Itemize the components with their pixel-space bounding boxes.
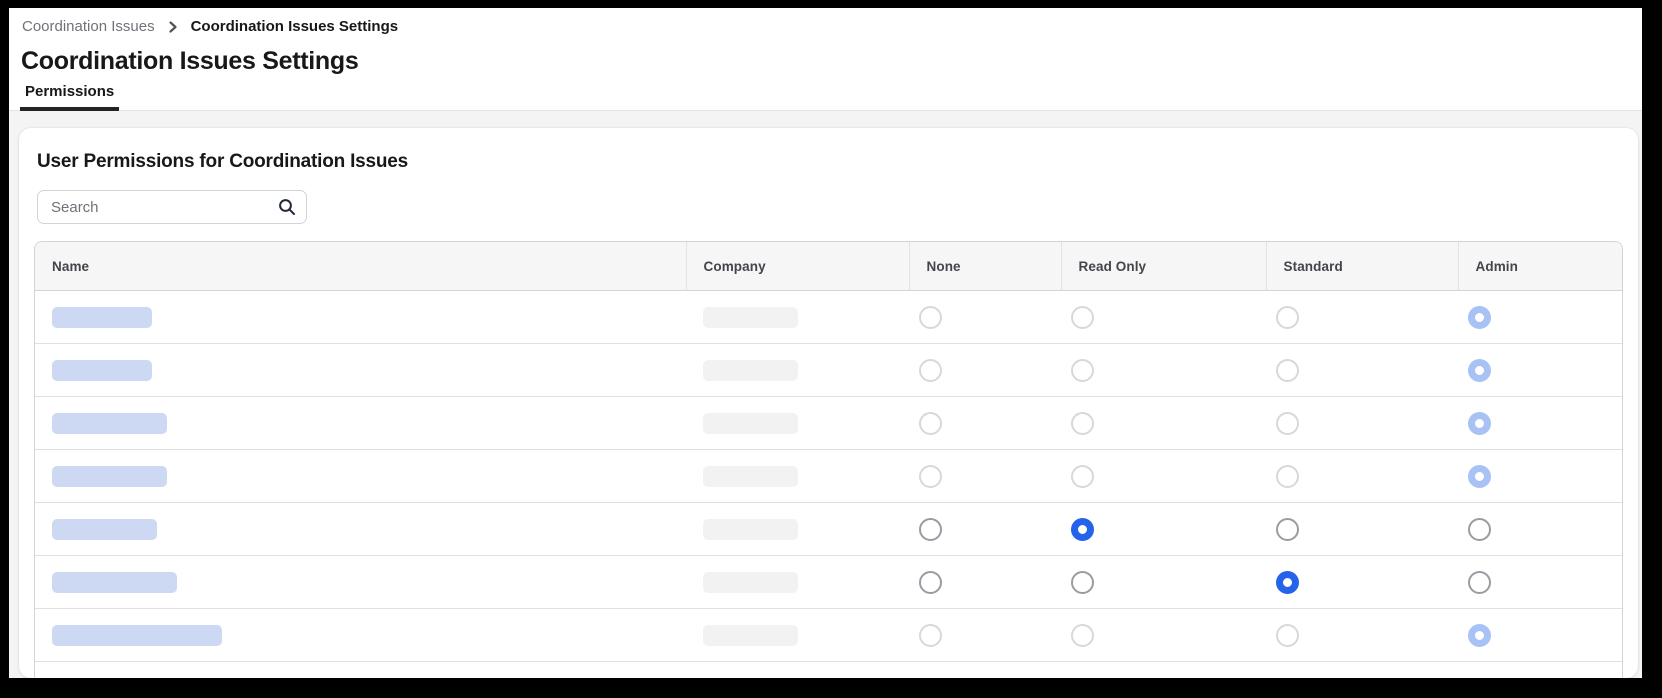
table-row xyxy=(35,502,1622,556)
company-skeleton xyxy=(703,571,798,593)
name-skeleton xyxy=(52,359,152,381)
name-skeleton xyxy=(52,571,177,593)
breadcrumb-link-parent[interactable]: Coordination Issues xyxy=(22,18,155,36)
column-header-standard: Standard xyxy=(1266,242,1459,291)
radio-read-only[interactable] xyxy=(1071,464,1094,488)
radio-read-only[interactable] xyxy=(1071,517,1094,541)
radio-admin[interactable] xyxy=(1468,570,1491,594)
radio-admin[interactable] xyxy=(1468,411,1491,435)
radio-admin[interactable] xyxy=(1468,464,1491,488)
name-skeleton xyxy=(52,465,167,487)
table-row xyxy=(35,449,1622,503)
radio-read-only[interactable] xyxy=(1071,411,1094,435)
radio-none[interactable] xyxy=(919,570,942,594)
radio-admin[interactable] xyxy=(1468,358,1491,382)
breadcrumb-current: Coordination Issues Settings xyxy=(190,18,399,35)
radio-standard[interactable] xyxy=(1276,464,1299,488)
column-header-read-only: Read Only xyxy=(1061,242,1267,291)
table-row xyxy=(35,290,1622,344)
table-header: Name Company None Read Only Standard Adm… xyxy=(35,242,1622,291)
radio-none[interactable] xyxy=(919,517,942,541)
table-row xyxy=(35,555,1622,609)
permissions-table-body xyxy=(35,290,1622,662)
radio-standard[interactable] xyxy=(1276,517,1299,541)
chevron-right-icon xyxy=(166,20,180,34)
page-title: Coordination Issues Settings xyxy=(21,47,359,75)
tab-permissions[interactable]: Permissions xyxy=(20,83,120,111)
breadcrumb: Coordination Issues Coordination Issues … xyxy=(22,18,1642,36)
radio-read-only[interactable] xyxy=(1071,358,1094,382)
company-skeleton xyxy=(703,518,798,540)
search-input[interactable] xyxy=(37,190,307,224)
company-skeleton xyxy=(703,412,798,434)
radio-none[interactable] xyxy=(919,358,942,382)
table-row xyxy=(35,608,1622,662)
column-header-name: Name xyxy=(35,242,687,291)
radio-none[interactable] xyxy=(919,464,942,488)
radio-none[interactable] xyxy=(919,623,942,647)
company-skeleton xyxy=(703,359,798,381)
radio-none[interactable] xyxy=(919,411,942,435)
page-body: User Permissions for Coordination Issues xyxy=(9,111,1642,678)
radio-standard[interactable] xyxy=(1276,623,1299,647)
company-skeleton xyxy=(703,624,798,646)
app-window: Coordination Issues Coordination Issues … xyxy=(9,8,1642,678)
radio-none[interactable] xyxy=(919,305,942,329)
page-header: Coordination Issues Coordination Issues … xyxy=(9,8,1642,111)
radio-admin[interactable] xyxy=(1468,305,1491,329)
company-skeleton xyxy=(703,306,798,328)
name-skeleton xyxy=(52,412,167,434)
radio-read-only[interactable] xyxy=(1071,305,1094,329)
radio-read-only[interactable] xyxy=(1071,570,1094,594)
name-skeleton xyxy=(52,624,222,646)
radio-admin[interactable] xyxy=(1468,517,1491,541)
table-row xyxy=(35,343,1622,397)
panel-heading: User Permissions for Coordination Issues xyxy=(37,151,409,172)
permissions-table: Name Company None Read Only Standard Adm… xyxy=(34,241,1623,678)
permissions-panel: User Permissions for Coordination Issues xyxy=(19,128,1638,678)
radio-read-only[interactable] xyxy=(1071,623,1094,647)
column-header-admin: Admin xyxy=(1458,242,1622,291)
table-row xyxy=(35,396,1622,450)
search-box xyxy=(37,190,307,224)
name-skeleton xyxy=(52,518,157,540)
company-skeleton xyxy=(703,465,798,487)
radio-standard[interactable] xyxy=(1276,411,1299,435)
column-header-none: None xyxy=(909,242,1062,291)
radio-standard[interactable] xyxy=(1276,570,1299,594)
column-header-company: Company xyxy=(686,242,910,291)
name-skeleton xyxy=(52,306,152,328)
radio-admin[interactable] xyxy=(1468,623,1491,647)
radio-standard[interactable] xyxy=(1276,358,1299,382)
radio-standard[interactable] xyxy=(1276,305,1299,329)
